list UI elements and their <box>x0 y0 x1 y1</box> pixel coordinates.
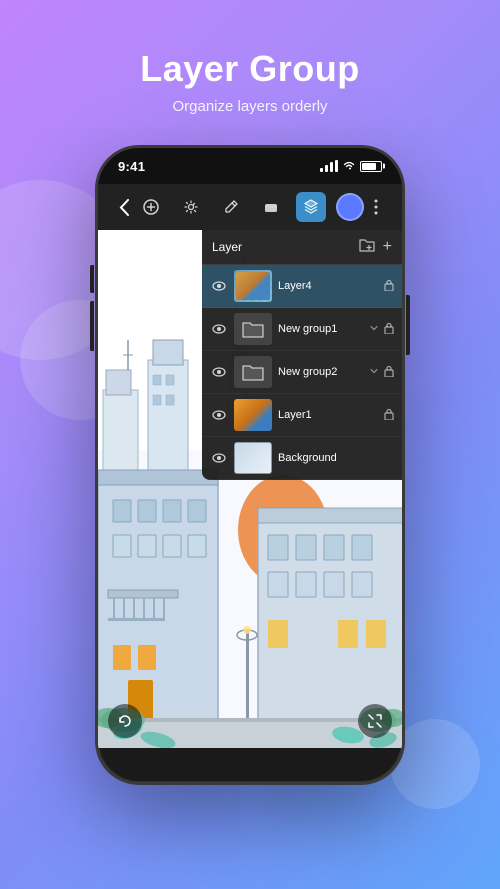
toolbar-tools <box>136 192 364 222</box>
battery-icon <box>360 161 382 172</box>
layer-thumbnail <box>234 399 272 431</box>
visibility-toggle[interactable] <box>210 322 228 337</box>
expand-icon[interactable] <box>370 366 378 378</box>
fullscreen-button[interactable] <box>358 704 392 738</box>
layer-row[interactable]: Layer1 <box>202 394 402 437</box>
page-subtitle: Organize layers orderly <box>140 98 360 115</box>
back-button[interactable] <box>112 193 136 221</box>
visibility-toggle[interactable] <box>210 408 228 423</box>
layer-thumbnail <box>234 270 272 302</box>
visibility-toggle[interactable] <box>210 451 228 466</box>
layer-row[interactable]: Background <box>202 437 402 480</box>
signal-icon <box>320 160 338 172</box>
lock-icon[interactable] <box>384 365 394 380</box>
layer-panel-title: Layer <box>212 240 242 254</box>
lock-icon[interactable] <box>384 408 394 423</box>
phone-mockup: 9:41 <box>95 145 405 785</box>
layer-thumbnail <box>234 442 272 474</box>
add-folder-button[interactable] <box>359 238 375 256</box>
more-options-button[interactable] <box>364 193 388 221</box>
pencil-tool-button[interactable] <box>216 192 246 222</box>
layer-thumbnail <box>234 313 272 345</box>
layer-name: New group1 <box>278 323 364 335</box>
layer-panel-actions: + <box>359 238 392 256</box>
volume-down-button <box>90 301 94 351</box>
layer-panel: Layer + <box>202 230 402 480</box>
eraser-tool-button[interactable] <box>256 192 286 222</box>
layer-name: Background <box>278 452 394 464</box>
phone-frame: 9:41 <box>95 145 405 785</box>
layer-row[interactable]: Layer4 <box>202 265 402 308</box>
layer-thumbnail <box>234 356 272 388</box>
layer-name: Layer1 <box>278 409 378 421</box>
phone-right-buttons <box>406 295 410 355</box>
visibility-toggle[interactable] <box>210 279 228 294</box>
page-title: Layer Group <box>140 48 360 90</box>
power-button <box>406 295 410 355</box>
brush-color-button[interactable] <box>336 193 364 221</box>
status-icons <box>320 159 382 173</box>
add-tool-button[interactable] <box>136 192 166 222</box>
layer-row[interactable]: New group1 <box>202 308 402 351</box>
undo-button[interactable] <box>108 704 142 738</box>
clock: 9:41 <box>118 159 145 174</box>
canvas-area[interactable]: Layer + <box>98 230 402 748</box>
app-toolbar[interactable] <box>98 184 402 230</box>
settings-tool-button[interactable] <box>176 192 206 222</box>
volume-up-button <box>90 265 94 293</box>
lock-icon[interactable] <box>384 279 394 294</box>
layers-tool-button[interactable] <box>296 192 326 222</box>
layer-name: New group2 <box>278 366 364 378</box>
header: Layer Group Organize layers orderly <box>120 0 380 135</box>
expand-icon[interactable] <box>370 323 378 335</box>
bottom-action-buttons <box>108 704 392 738</box>
wifi-icon <box>342 159 356 173</box>
layer-row[interactable]: New group2 <box>202 351 402 394</box>
lock-icon[interactable] <box>384 322 394 337</box>
layer-panel-header: Layer + <box>202 230 402 265</box>
phone-left-buttons <box>90 265 94 351</box>
layer-name: Layer4 <box>278 280 378 292</box>
visibility-toggle[interactable] <box>210 365 228 380</box>
status-bar: 9:41 <box>98 148 402 184</box>
add-layer-button[interactable]: + <box>383 238 392 256</box>
